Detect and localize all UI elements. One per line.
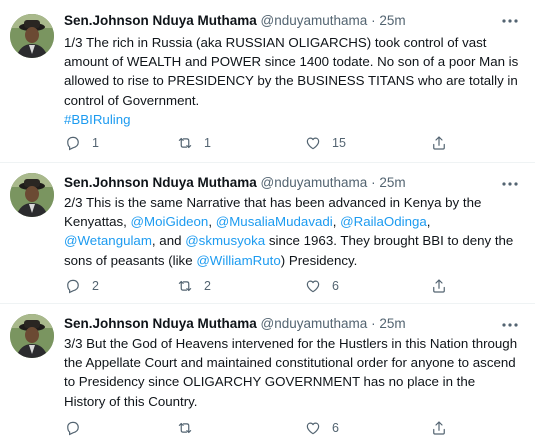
tweet-text-run: , and [151,233,186,249]
action-bar: 1 1 15 [64,133,464,153]
tweet[interactable]: Sen.Johnson Nduya Muthama @nduyamuthama … [0,163,535,304]
tweet-text-run: , [332,214,341,230]
avatar-image [10,14,54,58]
avatar[interactable] [10,14,54,58]
share-button[interactable] [430,418,458,438]
avatar-image [10,173,54,217]
more-options-icon[interactable] [501,177,519,189]
tweet-header: Sen.Johnson Nduya Muthama @nduyamuthama … [64,315,504,332]
tweet-text-run: ) Presidency. [280,252,358,268]
reply-count: 2 [92,279,99,293]
share-icon [430,419,448,437]
mention-link[interactable]: @Wetangulam [64,233,152,248]
like-button[interactable]: 15 [304,133,346,153]
like-icon [304,419,322,437]
tweet[interactable]: Sen.Johnson Nduya Muthama @nduyamuthama … [0,304,535,440]
like-count: 15 [332,136,346,150]
display-name[interactable]: Sen.Johnson Nduya Muthama [64,316,257,331]
tweet-text-run: , [426,214,431,230]
like-count: 6 [332,421,339,435]
display-name[interactable]: Sen.Johnson Nduya Muthama [64,175,257,190]
tweet-text-run: 3/3 But the God of Heavens intervened fo… [64,336,518,409]
more-options-icon[interactable] [501,318,519,330]
timestamp[interactable]: 25m [379,316,405,331]
retweet-button[interactable]: 1 [176,133,211,153]
action-bar: 6 [64,418,464,438]
tweet-thread: Sen.Johnson Nduya Muthama @nduyamuthama … [0,0,535,440]
tweet-header: Sen.Johnson Nduya Muthama @nduyamuthama … [64,12,504,29]
reply-icon [64,277,82,295]
share-icon [430,277,448,295]
share-button[interactable] [430,276,458,296]
retweet-icon [176,277,194,295]
mention-link[interactable]: @WilliamRuto [196,253,280,268]
separator-dot: · [371,175,376,190]
separator-dot: · [371,13,376,28]
mention-link[interactable]: @MusaliaMudavadi [216,214,333,229]
hashtag-link[interactable]: #BBIRuling [64,112,131,127]
like-button[interactable]: 6 [304,276,339,296]
tweet-text: 3/3 But the God of Heavens intervened fo… [64,334,520,411]
reply-button[interactable]: 2 [64,276,99,296]
like-icon [304,134,322,152]
handle[interactable]: @nduyamuthama [261,13,368,28]
timestamp[interactable]: 25m [379,13,405,28]
more-options-icon[interactable] [501,14,519,26]
retweet-icon [176,134,194,152]
avatar[interactable] [10,314,54,358]
like-count: 6 [332,279,339,293]
avatar-image [10,314,54,358]
tweet-text: 2/3 This is the same Narrative that has … [64,193,520,270]
avatar[interactable] [10,173,54,217]
retweet-count: 2 [204,279,211,293]
retweet-count: 1 [204,136,211,150]
retweet-icon [176,419,194,437]
tweet-text-run: , [208,214,216,230]
reply-button[interactable]: 1 [64,133,99,153]
share-icon [430,134,448,152]
action-bar: 2 2 6 [64,276,464,296]
tweet-header: Sen.Johnson Nduya Muthama @nduyamuthama … [64,174,504,191]
reply-icon [64,134,82,152]
tweet[interactable]: Sen.Johnson Nduya Muthama @nduyamuthama … [0,0,535,163]
like-icon [304,277,322,295]
share-button[interactable] [430,133,458,153]
handle[interactable]: @nduyamuthama [261,316,368,331]
reply-icon [64,419,82,437]
retweet-button[interactable] [176,418,204,438]
reply-button[interactable] [64,418,92,438]
tweet-text-run: 1/3 The rich in Russia (aka RUSSIAN OLIG… [64,35,519,108]
display-name[interactable]: Sen.Johnson Nduya Muthama [64,13,257,28]
timestamp[interactable]: 25m [379,175,405,190]
mention-link[interactable]: @MoiGideon [131,214,209,229]
separator-dot: · [371,316,376,331]
mention-link[interactable]: @skmusyoka [185,233,265,248]
handle[interactable]: @nduyamuthama [261,175,368,190]
mention-link[interactable]: @RailaOdinga [340,214,427,229]
like-button[interactable]: 6 [304,418,339,438]
tweet-text: 1/3 The rich in Russia (aka RUSSIAN OLIG… [64,33,520,129]
reply-count: 1 [92,136,99,150]
retweet-button[interactable]: 2 [176,276,211,296]
